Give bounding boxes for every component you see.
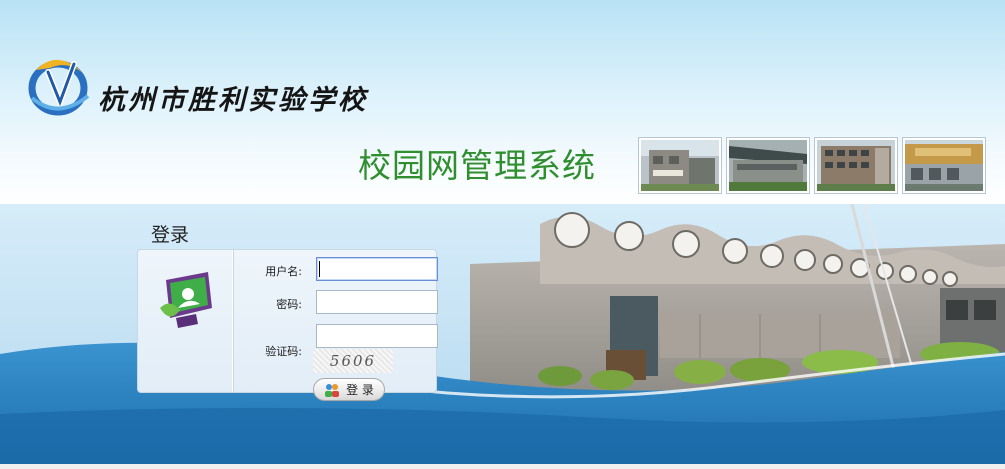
password-input[interactable] xyxy=(316,290,438,314)
system-title: 校园网管理系统 xyxy=(358,146,596,185)
captcha-label: 验证码: xyxy=(265,345,302,358)
building-photo-2 xyxy=(727,138,809,193)
user-monitor-icon xyxy=(160,272,212,328)
login-icon-area xyxy=(138,250,233,392)
login-heading: 登录 xyxy=(151,224,190,246)
login-button-label: 登 录 xyxy=(346,383,374,397)
building-photo-4 xyxy=(903,138,985,193)
thumbnail-strip xyxy=(639,138,985,193)
school-name: 杭州市胜利实验学校 xyxy=(98,85,368,116)
login-button[interactable]: 登 录 xyxy=(313,378,385,401)
captcha-input[interactable] xyxy=(316,324,438,348)
captcha-image[interactable]: 5606 xyxy=(313,349,393,373)
username-label: 用户名: xyxy=(265,265,302,278)
bottom-divider xyxy=(0,464,1005,469)
header: 杭州市胜利实验学校 校园网管理系统 xyxy=(0,0,1005,204)
building-photo-3 xyxy=(815,138,897,193)
username-input[interactable] xyxy=(316,257,438,281)
users-icon xyxy=(325,383,340,397)
building-photo-1 xyxy=(639,138,721,193)
school-logo-icon xyxy=(28,59,90,116)
password-label: 密码: xyxy=(276,298,302,311)
text-caret xyxy=(319,261,320,277)
